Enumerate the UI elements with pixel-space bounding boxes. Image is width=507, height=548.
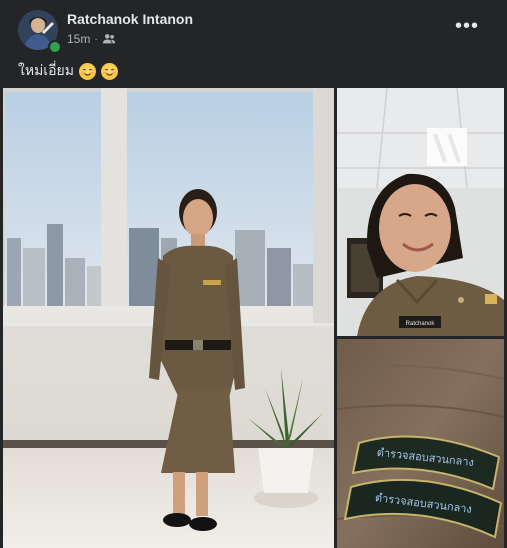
author-name[interactable]: Ratchanok Intanon <box>67 11 193 27</box>
more-dots-icon: ••• <box>454 15 479 37</box>
name-tag-text: Ratchanok <box>406 321 436 327</box>
post-caption: ใหม่เอี่ยม <box>18 60 118 82</box>
smiling-face-icon <box>78 62 96 80</box>
photo-uniform-patches[interactable]: ตำรวจสอบสวนกลาง ตำรวจสอบสวนกลาง <box>337 339 504 548</box>
more-options-button[interactable]: ••• <box>449 12 485 40</box>
meta-separator: · <box>94 33 98 45</box>
post-time[interactable]: 15m <box>67 32 90 46</box>
post-meta: 15m · <box>67 31 116 47</box>
online-status-indicator <box>48 40 62 54</box>
caption-text: ใหม่เอี่ยม <box>18 62 74 78</box>
smiling-face-icon <box>100 62 118 80</box>
photo-full-length-uniform[interactable] <box>3 88 334 548</box>
friends-icon <box>102 34 115 44</box>
post-header: Ratchanok Intanon 15m · ••• <box>0 0 507 56</box>
photo-selfie-uniform[interactable]: Ratchanok <box>337 88 504 336</box>
